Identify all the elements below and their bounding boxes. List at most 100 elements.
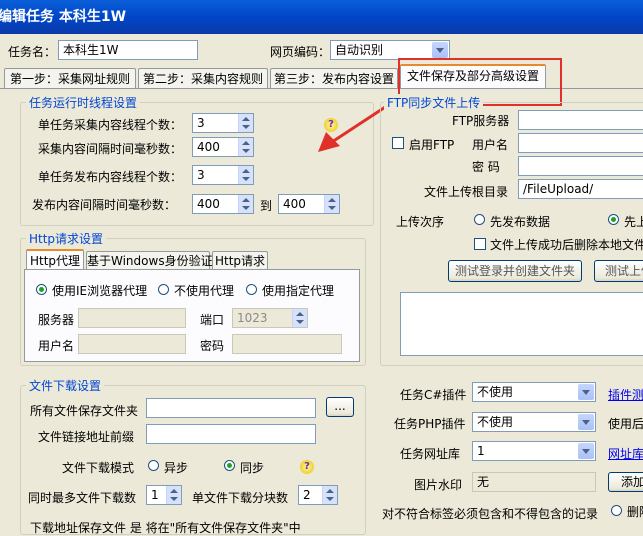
- publish-interval-to-stepper[interactable]: 400: [278, 194, 340, 214]
- upload-order-label: 上传次序: [396, 215, 445, 229]
- spin-arrows-icon[interactable]: [238, 166, 253, 184]
- watermark-input[interactable]: 无: [472, 472, 596, 492]
- chunks-value: 2: [303, 488, 311, 502]
- tab-step1[interactable]: 第一步：采集网址规则: [4, 68, 136, 88]
- ftp-user-label: 用户名: [472, 138, 509, 152]
- collect-interval-stepper[interactable]: 400: [192, 137, 254, 157]
- proxy-port-value: 1023: [237, 311, 268, 325]
- plugin-test-link[interactable]: 插件测: [608, 386, 643, 403]
- radio-custom-proxy[interactable]: [246, 284, 257, 295]
- radio-publish-first-label: 先发布数据: [490, 215, 551, 229]
- ftp-root-input[interactable]: /FileUpload/: [518, 179, 643, 199]
- publish-interval-from-stepper[interactable]: 400: [192, 194, 254, 214]
- radio-sync[interactable]: [224, 460, 235, 471]
- spin-arrows-icon[interactable]: [322, 486, 337, 504]
- tab-step3[interactable]: 第三步：发布内容设置: [270, 68, 398, 88]
- ftp-enable-checkbox[interactable]: [392, 137, 404, 149]
- window-title: 编辑任务 本科生1W: [0, 9, 127, 25]
- add-watermark-button[interactable]: 添加: [608, 472, 643, 492]
- proxy-pwd-input[interactable]: [232, 334, 342, 354]
- radio-publish-first[interactable]: [474, 214, 485, 225]
- radio-upload-first-label: 先上: [624, 215, 643, 229]
- url-library-select[interactable]: 1: [472, 441, 596, 461]
- tab-windows-auth[interactable]: 基于Windows身份验证: [86, 251, 213, 269]
- task-name-input[interactable]: 本科生1W: [58, 40, 198, 60]
- delete-local-label: 文件上传成功后删除本地文件: [490, 238, 643, 252]
- spin-arrows-icon[interactable]: [166, 486, 181, 504]
- collect-interval-value: 400: [197, 140, 220, 154]
- bottom-cut-text: 下载地址保存文件 是 将在"所有文件保存文件夹"中: [30, 521, 301, 535]
- encoding-select[interactable]: 自动识别: [330, 40, 450, 60]
- window-titlebar: 编辑任务 本科生1W: [0, 0, 643, 34]
- radio-delete[interactable]: [611, 505, 622, 516]
- spin-arrows-icon[interactable]: [292, 309, 307, 327]
- ftp-pwd-input[interactable]: [518, 156, 643, 176]
- browse-button[interactable]: ...: [326, 397, 354, 417]
- php-side-label: 使用后: [608, 417, 643, 431]
- question-icon[interactable]: ?: [300, 460, 314, 474]
- spin-arrows-icon[interactable]: [238, 114, 253, 132]
- spin-arrows-icon[interactable]: [238, 138, 253, 156]
- chevron-down-icon[interactable]: [578, 384, 594, 400]
- proxy-user-input[interactable]: [78, 334, 186, 354]
- radio-sync-label: 同步: [240, 461, 265, 475]
- tab-http-request[interactable]: Http请求: [212, 251, 268, 269]
- link-prefix-input[interactable]: [146, 424, 316, 444]
- encoding-label: 网页编码：: [270, 45, 331, 59]
- proxy-port-stepper[interactable]: 1023: [232, 308, 308, 328]
- ftp-user-input[interactable]: [518, 133, 643, 153]
- delete-local-checkbox[interactable]: [474, 238, 486, 250]
- url-library-label: 任务网址库: [400, 447, 461, 461]
- tab-http-proxy[interactable]: Http代理: [26, 249, 84, 269]
- file-download-title: 文件下载设置: [26, 377, 105, 394]
- max-downloads-stepper[interactable]: 1: [146, 485, 182, 505]
- download-mode-label: 文件下载模式: [62, 461, 135, 475]
- radio-no-proxy[interactable]: [158, 284, 169, 295]
- php-plugin-select[interactable]: 不使用: [472, 412, 596, 432]
- encoding-value: 自动识别: [335, 43, 384, 57]
- radio-async[interactable]: [148, 460, 159, 471]
- save-folder-input[interactable]: [146, 398, 316, 418]
- ftp-server-label: FTP服务器: [452, 114, 510, 128]
- max-downloads-label: 同时最多文件下载数: [28, 491, 137, 505]
- radio-upload-first[interactable]: [608, 214, 619, 225]
- collect-thread-label: 单任务采集内容线程个数：: [38, 118, 183, 132]
- php-plugin-label: 任务PHP插件: [394, 417, 466, 431]
- cs-plugin-value: 不使用: [477, 385, 514, 399]
- php-plugin-value: 不使用: [477, 415, 514, 429]
- publish-interval-to-value: 400: [283, 197, 306, 211]
- http-settings-title: Http请求设置: [26, 230, 107, 247]
- radio-no-proxy-label: 不使用代理: [174, 284, 235, 298]
- cs-plugin-select[interactable]: 不使用: [472, 382, 596, 402]
- watermark-label: 图片水印: [414, 478, 463, 492]
- url-library-value: 1: [477, 444, 485, 458]
- chevron-down-icon[interactable]: [578, 443, 594, 459]
- ftp-pwd-label: 密 码: [472, 160, 500, 174]
- chevron-down-icon[interactable]: [432, 42, 448, 58]
- publish-thread-stepper[interactable]: 3: [192, 165, 254, 185]
- ftp-log-area[interactable]: [400, 292, 643, 356]
- proxy-port-label: 端口: [200, 313, 225, 327]
- task-name-label: 任务名：: [8, 45, 57, 59]
- test-upload-button[interactable]: 测试上传: [594, 260, 643, 282]
- proxy-server-input[interactable]: [78, 308, 186, 328]
- url-library-link[interactable]: 网址库: [608, 445, 643, 462]
- radio-delete-label: 删除: [627, 505, 643, 519]
- chunks-stepper[interactable]: 2: [298, 485, 338, 505]
- ftp-enable-label: 启用FTP: [409, 138, 455, 152]
- save-folder-label: 所有文件保存文件夹: [30, 404, 139, 418]
- test-login-button[interactable]: 测试登录并创建文件夹: [448, 260, 582, 282]
- chunks-label: 单文件下载分块数: [192, 491, 289, 505]
- chevron-down-icon[interactable]: [578, 414, 594, 430]
- radio-ie-proxy[interactable]: [36, 284, 47, 295]
- proxy-server-label: 服务器: [38, 313, 75, 327]
- collect-interval-label: 采集内容间隔时间毫秒数：: [38, 142, 183, 156]
- ftp-server-input[interactable]: [518, 110, 643, 130]
- collect-thread-stepper[interactable]: 3: [192, 113, 254, 133]
- rule-label: 对不符合标签必须包含和不得包含的记录: [382, 507, 599, 521]
- spin-arrows-icon[interactable]: [324, 195, 339, 213]
- radio-async-label: 异步: [164, 461, 189, 475]
- tab-step2[interactable]: 第二步：采集内容规则: [138, 68, 268, 88]
- publish-thread-label: 单任务发布内容线程个数：: [38, 170, 183, 184]
- spin-arrows-icon[interactable]: [238, 195, 253, 213]
